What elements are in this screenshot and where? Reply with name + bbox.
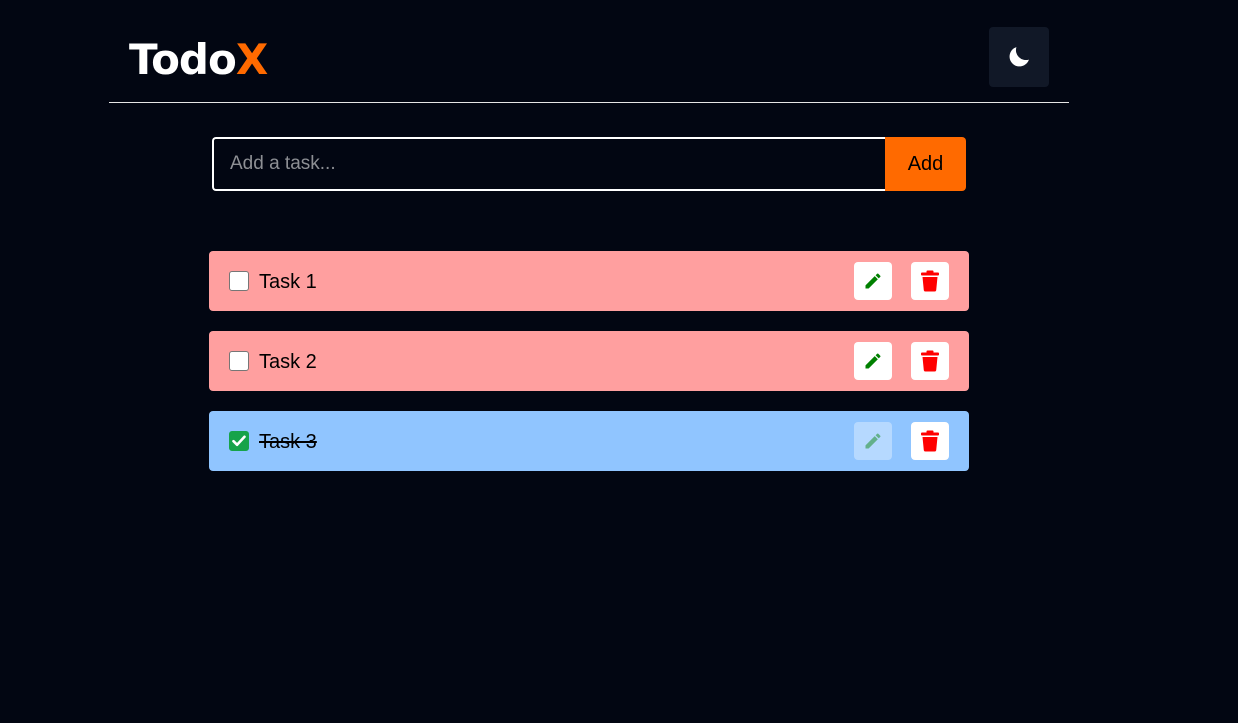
task-item: Task 2 bbox=[209, 331, 969, 391]
trash-icon bbox=[921, 270, 939, 292]
task-checkbox[interactable] bbox=[229, 351, 249, 371]
task-label: Task 3 bbox=[259, 431, 317, 453]
add-button[interactable]: Add bbox=[885, 137, 966, 191]
task-checkbox[interactable] bbox=[229, 271, 249, 291]
edit-button bbox=[854, 422, 892, 460]
add-task-form: Add bbox=[212, 137, 966, 191]
trash-icon bbox=[921, 350, 939, 372]
edit-button[interactable] bbox=[854, 262, 892, 300]
task-input[interactable] bbox=[212, 137, 885, 191]
task-label: Task 1 bbox=[259, 271, 317, 293]
task-label: Task 2 bbox=[259, 351, 317, 373]
delete-button[interactable] bbox=[911, 342, 949, 380]
logo-text: Todo bbox=[129, 35, 237, 84]
delete-button[interactable] bbox=[911, 262, 949, 300]
logo-accent: X bbox=[235, 35, 268, 84]
task-checkbox[interactable] bbox=[229, 431, 249, 451]
theme-toggle-button[interactable] bbox=[989, 27, 1049, 87]
task-list: Task 1 Task 2 Task 3 bbox=[209, 251, 969, 491]
pencil-icon bbox=[865, 273, 881, 289]
trash-icon bbox=[921, 430, 939, 452]
app-header: TodoX bbox=[109, 0, 1069, 103]
delete-button[interactable] bbox=[911, 422, 949, 460]
pencil-icon bbox=[865, 433, 881, 449]
app-logo: TodoX bbox=[129, 35, 268, 84]
pencil-icon bbox=[865, 353, 881, 369]
task-item: Task 1 bbox=[209, 251, 969, 311]
task-item: Task 3 bbox=[209, 411, 969, 471]
moon-icon bbox=[1009, 47, 1029, 67]
edit-button[interactable] bbox=[854, 342, 892, 380]
checkmark-icon bbox=[232, 435, 246, 447]
